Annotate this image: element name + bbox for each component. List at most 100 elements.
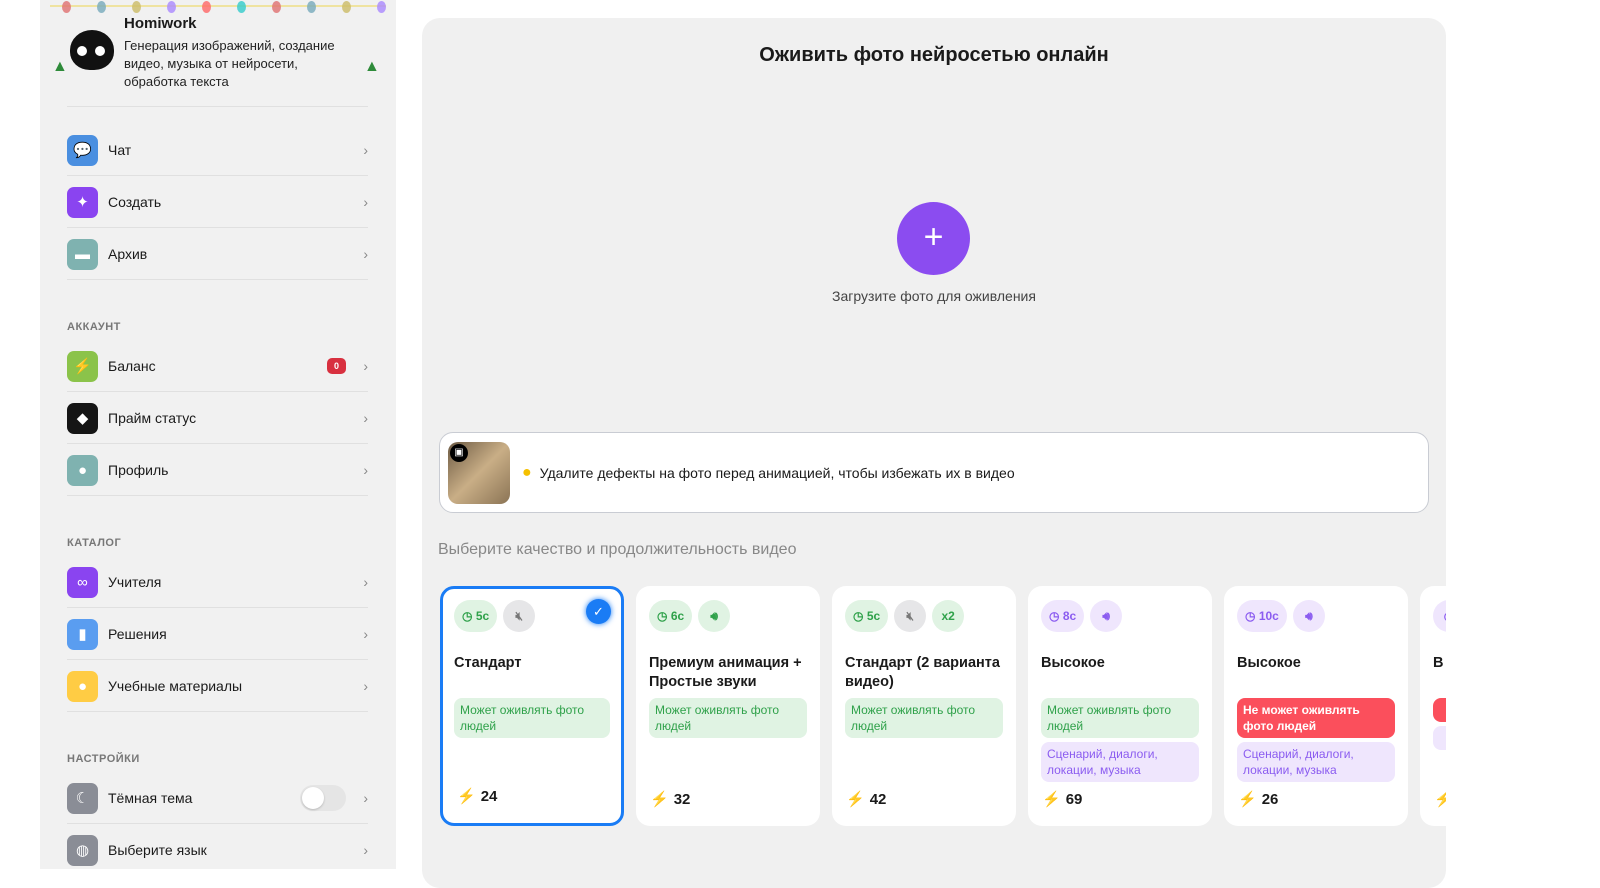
chevron-right-icon: ›: [363, 142, 368, 158]
divider: [67, 443, 368, 444]
upload-label: Загрузите фото для оживления: [832, 288, 1036, 304]
card-title: Высокое: [1237, 655, 1301, 671]
lightning-icon: ⚡: [457, 788, 476, 805]
divider: [67, 495, 368, 496]
quality-option-card[interactable]: ◷ 6с 🔊︎ Премиум анимация + Простые звуки Мо…: [636, 586, 820, 826]
lightning-icon: ⚡: [67, 350, 98, 382]
sidebar-item-label: Учебные материалы: [108, 678, 243, 694]
card-tag: Может оживлять фото людей: [845, 698, 1003, 738]
light-bulb-icon: [237, 1, 246, 13]
sidebar-item[interactable]: ▮ Решения ›: [67, 614, 368, 654]
divider: [67, 175, 368, 176]
dark-theme-toggle[interactable]: [300, 785, 346, 811]
sidebar-item-label: Прайм статус: [108, 410, 197, 426]
sidebar-item-label: Профиль: [108, 462, 169, 478]
chevron-right-icon: ›: [363, 194, 368, 210]
sound-off-icon: 🔇︎: [503, 600, 536, 632]
tip-banner: ▣ ● Удалите дефекты на фото перед анимац…: [439, 432, 1429, 513]
book-icon: ▮: [67, 618, 98, 650]
sidebar-item[interactable]: ✦ Создать ›: [67, 182, 368, 222]
sidebar-item-label: Тёмная тема: [108, 790, 193, 806]
clock-icon: ◷: [1245, 609, 1259, 623]
price-value: 32: [673, 790, 691, 808]
cat-logo-icon: [70, 30, 114, 70]
brand-name: Homiwork: [124, 15, 197, 32]
card-price: ⚡ 24: [457, 787, 498, 806]
light-bulb-icon: [307, 1, 316, 13]
divider: [67, 711, 368, 712]
sidebar-item[interactable]: ◆ Прайм статус ›: [67, 398, 368, 438]
price-value: 69: [1065, 790, 1083, 808]
main-panel: Оживить фото нейросетью онлайн + Загрузи…: [422, 18, 1446, 888]
card-price: ⚡ 42: [846, 790, 886, 809]
sidebar-item-label: Создать: [108, 194, 162, 210]
card-title: Премиум анимация + Простые звуки: [649, 655, 802, 690]
light-bulb-icon: [132, 1, 141, 13]
sidebar-item-label: Баланс: [108, 358, 156, 374]
chevron-right-icon: ›: [363, 626, 368, 642]
duration-value: 8с: [1062, 609, 1077, 623]
duration-chip: ◷ 5с: [454, 600, 498, 632]
sidebar-item[interactable]: ☾ Тёмная тема ›: [67, 778, 368, 818]
card-price: ⚡ 26: [1238, 790, 1278, 809]
section-title: НАСТРОЙКИ: [67, 753, 140, 765]
chat-icon: 💬: [67, 134, 98, 166]
duration-chip: ◷ 6с: [649, 600, 693, 632]
quality-option-card[interactable]: ◷ 5с 🔇︎ x2 Стандарт (2 варианта видео) Может…: [832, 586, 1016, 826]
card-tag: [1433, 698, 1446, 722]
glasses-icon: ∞: [67, 566, 98, 598]
price-value: 24: [480, 787, 498, 805]
sample-photo: ▣: [448, 441, 510, 504]
sidebar-item[interactable]: ▬ Архив ›: [67, 234, 368, 274]
light-bulb-icon: [342, 1, 351, 13]
quality-option-card[interactable]: ◷ В ⚡: [1420, 586, 1446, 826]
lightbulb-icon: ●: [522, 463, 532, 481]
card-tag: Может оживлять фото людей: [649, 698, 807, 738]
brand: Homiwork Генерация изображений, создание…: [124, 15, 364, 91]
sidebar-item[interactable]: ∞ Учителя ›: [67, 562, 368, 602]
balance-badge: 0: [326, 358, 346, 374]
lightning-icon: ⚡: [846, 791, 865, 808]
decorative-lights: [50, 1, 386, 13]
sidebar-item[interactable]: ⚡ Баланс 0 ›: [67, 346, 368, 386]
light-bulb-icon: [377, 1, 386, 13]
light-bulb-icon: [202, 1, 211, 13]
quality-option-card[interactable]: ◷ 10с 🔊︎ Высокое Не может оживлять фото люд…: [1224, 586, 1408, 826]
card-tag: Может оживлять фото людей: [1041, 698, 1199, 738]
clock-icon: ◷: [657, 609, 671, 623]
card-title: Стандарт: [454, 655, 522, 671]
sidebar: ▲ ▲ Homiwork Генерация изображений, созд…: [40, 0, 396, 869]
duration-chip: ◷: [1433, 600, 1446, 632]
diamond-icon: ◆: [67, 402, 98, 434]
duration-chip: ◷ 10с: [1237, 600, 1287, 632]
lightning-icon: ⚡: [1042, 791, 1061, 808]
page-title: Оживить фото нейросетью онлайн: [759, 44, 1109, 66]
quality-option-card[interactable]: ◷ 5с 🔇︎ ✓ Стандарт Может оживлять фото людей…: [440, 586, 624, 826]
divider: [67, 823, 368, 824]
card-price: ⚡ 32: [650, 790, 691, 809]
card-price: ⚡: [1434, 790, 1446, 808]
quality-label: Выберите качество и продолжительность ви…: [438, 541, 797, 558]
lightning-icon: ⚡: [1434, 791, 1446, 808]
clock-icon: ◷: [853, 609, 867, 623]
section-title: АККАУНТ: [67, 321, 121, 333]
sidebar-item[interactable]: ◍ Выберите язык ›: [67, 830, 368, 869]
chevron-right-icon: ›: [363, 246, 368, 262]
sidebar-item[interactable]: ● Профиль ›: [67, 450, 368, 490]
tip-text: Удалите дефекты на фото перед анимацией,…: [539, 464, 1015, 481]
card-title: Стандарт (2 варианта видео): [845, 655, 1000, 690]
sound-off-icon: 🔇︎: [894, 600, 927, 632]
sidebar-item-label: Решения: [108, 626, 167, 642]
sidebar-item[interactable]: 💬 Чат ›: [67, 130, 368, 170]
sound-on-icon: 🔊︎: [1292, 600, 1325, 632]
user-icon: ●: [67, 454, 98, 486]
upload-photo-button[interactable]: +: [897, 202, 970, 275]
quality-option-card[interactable]: ◷ 8с 🔊︎ Высокое Может оживлять фото людей Сц…: [1028, 586, 1212, 826]
chevron-right-icon: ›: [363, 358, 368, 374]
divider: [67, 279, 368, 280]
duration-value: 5с: [475, 609, 490, 623]
light-bulb-icon: [272, 1, 281, 13]
duration-chip: ◷ 5с: [845, 600, 889, 632]
variants-chip: x2: [932, 600, 965, 632]
sidebar-item[interactable]: ● Учебные материалы ›: [67, 666, 368, 706]
